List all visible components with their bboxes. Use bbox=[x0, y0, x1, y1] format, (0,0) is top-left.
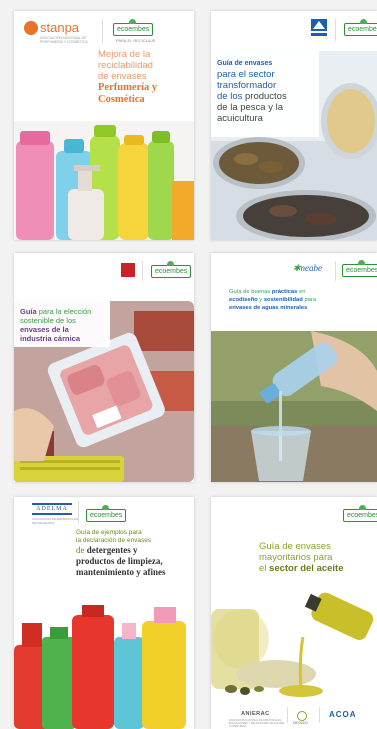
ecoembes-logo: ecoembes bbox=[86, 505, 127, 522]
aneabe-logo-text: neabe bbox=[300, 263, 323, 273]
title-line: industria cárnica bbox=[20, 334, 81, 343]
cover-title: Guía para la elección sostenible de los … bbox=[20, 307, 110, 343]
title-line: reciclabilidad bbox=[98, 60, 153, 71]
logo-divider bbox=[319, 707, 320, 723]
logo-divider bbox=[335, 19, 336, 41]
ecoembes-logo: ecoembes bbox=[343, 505, 377, 522]
title-line: mayoritarios para bbox=[259, 552, 333, 563]
title-line: Guía de ejemplos para bbox=[76, 529, 142, 536]
detergent-bottles-image bbox=[14, 597, 194, 729]
title-word: ecodiseño bbox=[229, 297, 258, 303]
anierac-logo: ANIERAC bbox=[241, 711, 270, 717]
title-line: la declaración de envases bbox=[76, 537, 152, 544]
title-line: sostenible de los bbox=[20, 316, 76, 325]
title-line: envases de aguas minerales bbox=[229, 305, 308, 311]
guide-cover-meat-industry[interactable]: ecoembes Guía para la elección sostenibl… bbox=[14, 253, 194, 482]
cover-title: Guía de buenas prácticas en ecodiseño y … bbox=[229, 288, 375, 312]
meat-association-logo-icon bbox=[121, 263, 135, 277]
title-line: Mejora de la bbox=[98, 49, 151, 60]
logo-divider bbox=[335, 261, 336, 281]
guide-cover-detergents[interactable]: ADELMA ASOCIACIÓN DE EMPRESAS DE DETERGE… bbox=[14, 497, 194, 729]
guide-cover-fishing-aquaculture[interactable]: ecoembes Guía de envases para el sector … bbox=[211, 11, 377, 240]
title-word: productos bbox=[245, 91, 287, 102]
stanpa-logo: stanpa bbox=[40, 20, 80, 35]
title-word: para bbox=[304, 297, 317, 303]
water-pouring-image bbox=[211, 331, 377, 482]
title-word: sector del aceite bbox=[269, 563, 344, 574]
ecoembes-subtitle: PARA EL RECICLAJE bbox=[116, 38, 156, 43]
cover-title: Guía de envases mayoritarios para el sec… bbox=[259, 541, 377, 574]
olive-oil-pouring-image bbox=[211, 579, 377, 699]
deoleo-logo-icon bbox=[297, 711, 307, 721]
adelma-logo: ADELMA bbox=[32, 503, 72, 515]
title-word: prácticas bbox=[271, 289, 298, 295]
title-line: de envases bbox=[98, 71, 147, 82]
logo-divider bbox=[142, 261, 143, 281]
logo-divider bbox=[287, 707, 288, 723]
title-line: para el sector bbox=[217, 69, 275, 80]
anierac-subtitle: ASOCIACIÓN NACIONAL DE INDUSTRIALES ENVA… bbox=[229, 719, 285, 728]
title-word: en bbox=[298, 289, 306, 295]
title-word: Guía bbox=[20, 307, 37, 316]
title-word: sostenibilidad bbox=[263, 297, 303, 303]
title-word: detergentes y bbox=[86, 545, 138, 555]
title-line: Guía de envases bbox=[217, 60, 273, 67]
ecoembes-logo: ecoembes bbox=[344, 19, 377, 36]
logo-divider bbox=[78, 501, 79, 523]
stanpa-subtitle: ASOCIACIÓN NACIONAL DE PERFUMERÍA Y COSM… bbox=[40, 36, 88, 44]
cover-title: Guía de envases para el sector transform… bbox=[217, 59, 317, 124]
title-line: envases de la bbox=[20, 325, 69, 334]
title-line: de la pesca y la bbox=[217, 102, 284, 113]
aneabe-logo: ✱neabe bbox=[293, 263, 323, 273]
logo-divider bbox=[102, 19, 103, 43]
title-line: mantenimiento y afines bbox=[76, 567, 166, 577]
adelma-subtitle: ASOCIACIÓN DE EMPRESAS DE DETERGENTES bbox=[32, 517, 79, 525]
cover-title: Guía de ejemplos para la declaración de … bbox=[76, 529, 194, 578]
deoleo-logo: DEOLEO bbox=[293, 721, 308, 725]
guide-cover-mineral-water[interactable]: ✱neabe ecoembes Guía de buenas prácticas… bbox=[211, 253, 377, 482]
title-panel: Guía para la elección sostenible de los … bbox=[14, 301, 110, 347]
acoa-logo: ACOA bbox=[329, 710, 357, 719]
title-word: el bbox=[259, 563, 267, 574]
title-word: para la elección bbox=[38, 307, 92, 316]
title-word: Guía de buenas bbox=[229, 289, 271, 295]
title-panel: Guía de envases para el sector transform… bbox=[211, 51, 319, 137]
ecoembes-logo: ecoembes bbox=[113, 19, 154, 36]
title-highlight: Perfumería y bbox=[98, 82, 158, 93]
title-word: de bbox=[76, 545, 85, 555]
cosmetic-bottles-image bbox=[14, 121, 194, 240]
title-word: y bbox=[259, 297, 263, 303]
ministry-logo-icon bbox=[311, 19, 327, 36]
title-highlight: Cosmética bbox=[98, 94, 145, 105]
title-line: productos de limpieza, bbox=[76, 556, 163, 566]
title-line: acuicultura bbox=[217, 113, 263, 124]
title-line: Guía de envases bbox=[259, 541, 331, 552]
ecoembes-logo: ecoembes bbox=[342, 260, 377, 277]
guide-cover-perfumery-cosmetics[interactable]: stanpa ASOCIACIÓN NACIONAL DE PERFUMERÍA… bbox=[14, 11, 194, 240]
cover-title: Mejora de la reciclabilidad de envases P… bbox=[98, 49, 194, 106]
title-word: de los bbox=[217, 91, 243, 102]
stanpa-logo-icon bbox=[24, 21, 38, 35]
ecoembes-logo: ecoembes bbox=[151, 261, 192, 278]
guide-cover-oil-sector[interactable]: ecoembes Guía de envases mayoritarios pa… bbox=[211, 497, 377, 729]
title-line: transformador bbox=[217, 80, 277, 91]
